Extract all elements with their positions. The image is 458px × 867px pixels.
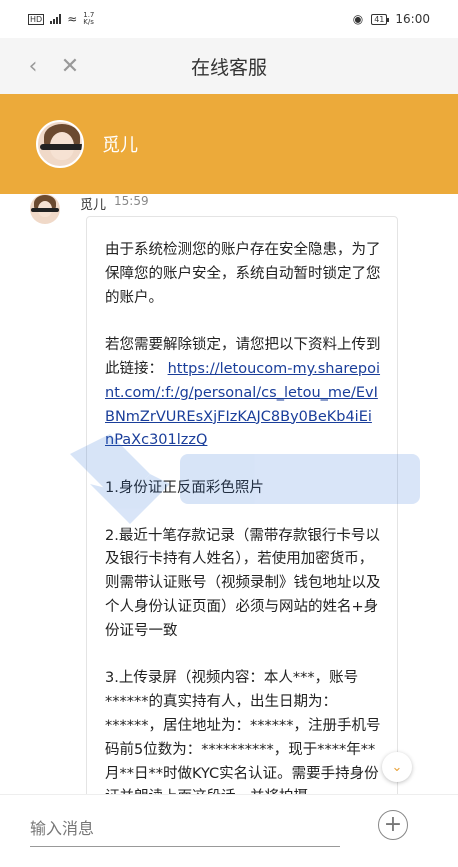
status-bar: HD ≈ 1.7 K/s ◉ 41 16:00 — [0, 0, 458, 38]
message-paragraph: 若您需要解除锁定，请您把以下资料上传到此链接： https://letoucom… — [105, 334, 381, 453]
chevron-left-icon[interactable]: ‹ — [18, 48, 48, 84]
agent-avatar — [36, 120, 84, 168]
list-item: 1.身份证正反面彩色照片 — [105, 479, 264, 496]
signal-icon — [50, 14, 62, 24]
scroll-down-icon[interactable]: ⌄ — [382, 752, 412, 782]
message-time: 15:59 — [114, 194, 149, 208]
chat-area[interactable]: 觅儿 15:59 由于系统检测您的账户存在安全隐患，为了保障您的账户安全，系统自… — [0, 194, 458, 794]
sender-avatar — [30, 194, 60, 224]
agent-header: 觅儿 — [0, 94, 458, 194]
status-left: HD ≈ 1.7 K/s — [28, 12, 94, 26]
add-attachment-icon[interactable]: + — [378, 810, 408, 840]
nav-bar: ‹ ✕ 在线客服 — [0, 38, 458, 94]
status-right: ◉ 41 16:00 — [353, 12, 430, 26]
input-bar: + — [0, 794, 458, 867]
list-item: 3.上传录屏（视频内容：本人***，账号******的真实持有人，出生日期为：*… — [105, 670, 381, 794]
battery-level: 41 — [374, 14, 385, 24]
message-input[interactable] — [30, 811, 340, 847]
wifi-icon: ≈ — [67, 12, 78, 26]
message-paragraph: 由于系统检测您的账户存在安全隐患，为了保障您的账户安全，系统自动暂时锁定了您的账… — [105, 242, 381, 306]
message-bubble: 由于系统检测您的账户存在安全隐患，为了保障您的账户安全，系统自动暂时锁定了您的账… — [86, 216, 398, 794]
net-speed: 1.7 K/s — [83, 12, 94, 26]
net-speed-unit: K/s — [83, 18, 94, 26]
close-icon[interactable]: ✕ — [55, 48, 85, 84]
list-item: 2.最近十笔存款记录（需带存款银行卡号以及银行卡持有人姓名），若使用加密货币，则… — [105, 527, 381, 639]
status-time: 16:00 — [395, 12, 430, 26]
battery-icon: 41 — [371, 13, 390, 25]
hd-badge: HD — [28, 13, 45, 25]
agent-name: 觅儿 — [102, 135, 138, 156]
sender-name: 觅儿 — [80, 198, 107, 213]
eye-icon: ◉ — [352, 12, 364, 26]
